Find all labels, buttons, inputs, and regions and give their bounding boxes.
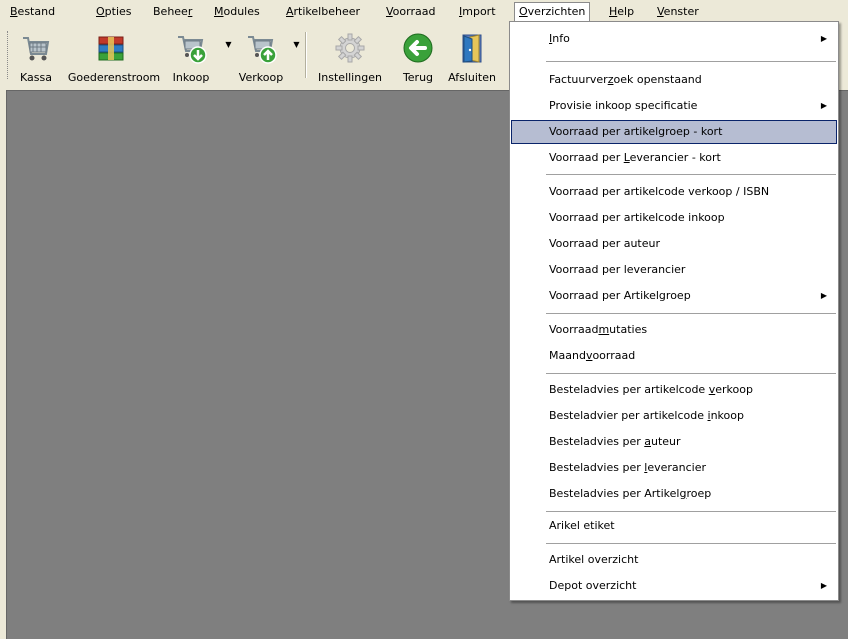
menu-separator xyxy=(546,61,836,63)
menu-item-besteladvies-per-artikelgroep[interactable]: Besteladvies per Artikelgroep xyxy=(511,482,837,506)
menu-separator xyxy=(546,174,836,176)
cart-up-icon xyxy=(248,36,277,64)
menu-opties[interactable]: Opties xyxy=(95,4,133,20)
menu-item-factuurverzoek-openstaand[interactable]: Factuurverzoek openstaand xyxy=(511,68,837,92)
menu-item-artikel-overzicht[interactable]: Artikel overzicht xyxy=(511,548,837,572)
inkoop-label: Inkoop xyxy=(172,71,210,84)
cart-down-icon xyxy=(178,36,207,64)
menu-modules[interactable]: Modules xyxy=(213,4,261,20)
gear-icon xyxy=(335,33,365,63)
toolbar-grip[interactable] xyxy=(7,31,10,79)
menu-artikelbeheer[interactable]: Artikelbeheer xyxy=(285,4,361,20)
menu-item-voorraad-artikelcode-verkoop-isbn[interactable]: Voorraad per artikelcode verkoop / ISBN xyxy=(511,180,837,204)
kassa-label: Kassa xyxy=(20,71,52,84)
menu-item-voorraad-per-auteur[interactable]: Voorraad per auteur xyxy=(511,232,837,256)
verkoop-button[interactable]: Verkoop xyxy=(236,26,286,86)
menu-item-arikel-etiket[interactable]: Arikel etiket xyxy=(511,514,837,538)
menu-item-voorraad-per-leverancier[interactable]: Voorraad per leverancier xyxy=(511,258,837,282)
menu-item-info[interactable]: Info ▶ xyxy=(511,27,837,51)
afsluiten-label: Afsluiten xyxy=(448,71,496,84)
goederenstroom-button[interactable]: Goederenstroom xyxy=(64,26,164,86)
menu-item-voorraad-artikelcode-inkoop[interactable]: Voorraad per artikelcode inkoop xyxy=(511,206,837,230)
menu-item-provisie-inkoop-specificatie[interactable]: Provisie inkoop specificatie ▶ xyxy=(511,94,837,118)
menu-bestand[interactable]: Bestand xyxy=(9,4,56,20)
menu-item-depot-overzicht[interactable]: Depot overzicht ▶ xyxy=(511,574,837,598)
inkoop-button[interactable]: Inkoop xyxy=(170,26,212,86)
menu-item-besteladvies-artikelcode-verkoop[interactable]: Besteladvies per artikelcode verkoop xyxy=(511,378,837,402)
menu-help[interactable]: Help xyxy=(608,4,635,20)
afsluiten-button[interactable]: Afsluiten xyxy=(442,26,502,86)
menu-item-voorraad-per-artikelgroep-kort[interactable]: Voorraad per artikelgroep - kort xyxy=(511,120,837,144)
menu-item-besteladvier-artikelcode-inkoop[interactable]: Besteladvier per artikelcode inkoop xyxy=(511,404,837,428)
menu-separator xyxy=(546,313,836,315)
menu-import[interactable]: Import xyxy=(458,4,497,20)
terug-label: Terug xyxy=(402,71,434,84)
menu-item-maandvoorraad[interactable]: Maandvoorraad xyxy=(511,344,837,368)
back-arrow-icon xyxy=(403,33,433,63)
exit-door-icon xyxy=(462,34,482,63)
menu-bar: Bestand Opties Beheer Modules Artikelbeh… xyxy=(0,0,848,22)
menu-item-voorraadmutaties[interactable]: Voorraadmutaties xyxy=(511,318,837,342)
submenu-arrow-icon: ▶ xyxy=(820,101,827,110)
verkoop-dropdown-icon[interactable]: ▼ xyxy=(292,41,301,49)
menu-item-voorraad-per-artikelgroep[interactable]: Voorraad per Artikelgroep ▶ xyxy=(511,284,837,308)
submenu-arrow-icon: ▶ xyxy=(820,34,827,43)
menu-item-besteladvies-per-leverancier[interactable]: Besteladvies per leverancier xyxy=(511,456,837,480)
cart-icon xyxy=(23,37,50,61)
boxes-icon xyxy=(98,36,124,61)
menu-separator xyxy=(546,373,836,375)
kassa-button[interactable]: Kassa xyxy=(14,26,58,86)
menu-item-besteladvies-per-auteur[interactable]: Besteladvies per auteur xyxy=(511,430,837,454)
menu-separator xyxy=(546,543,836,545)
inkoop-dropdown-icon[interactable]: ▼ xyxy=(224,41,233,49)
menu-overzichten[interactable]: Overzichten xyxy=(514,2,591,21)
submenu-arrow-icon: ▶ xyxy=(820,291,827,300)
menu-beheer[interactable]: Beheer xyxy=(152,4,193,20)
menu-separator xyxy=(546,511,836,513)
instellingen-label: Instellingen xyxy=(318,71,382,84)
instellingen-button[interactable]: Instellingen xyxy=(314,26,386,86)
menu-item-voorraad-per-leverancier-kort[interactable]: Voorraad per Leverancier - kort xyxy=(511,146,837,170)
submenu-arrow-icon: ▶ xyxy=(820,581,827,590)
goederenstroom-label: Goederenstroom xyxy=(67,71,161,84)
menu-voorraad[interactable]: Voorraad xyxy=(385,4,436,20)
menu-venster[interactable]: Venster xyxy=(656,4,700,20)
verkoop-label: Verkoop xyxy=(238,71,284,84)
overzichten-dropdown-menu: Info ▶ Factuurverzoek openstaand Provisie… xyxy=(509,21,839,601)
toolbar-separator xyxy=(305,32,307,78)
terug-button[interactable]: Terug xyxy=(396,26,440,86)
